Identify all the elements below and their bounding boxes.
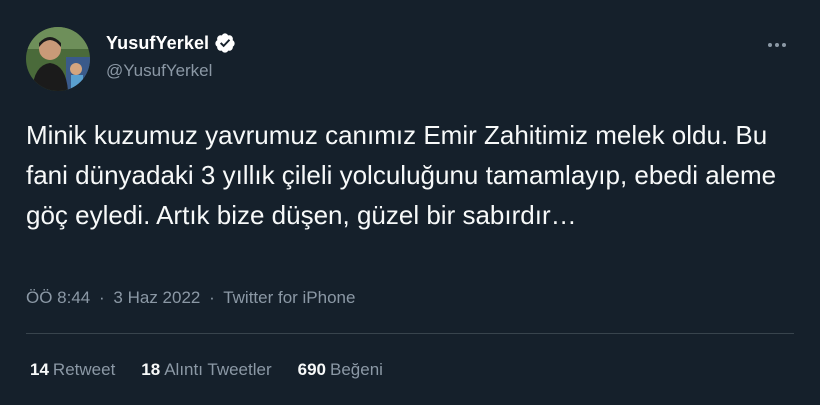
quote-tweets-count: 18 bbox=[141, 360, 161, 379]
author-handle[interactable]: @YusufYerkel bbox=[106, 61, 236, 81]
retweets-count: 14 bbox=[30, 360, 49, 379]
tweet-text: Minik kuzumuz yavrumuz canımız Emir Zahi… bbox=[26, 120, 777, 230]
meta-separator: · bbox=[99, 288, 105, 307]
meta-separator: · bbox=[209, 288, 215, 307]
retweets-stat[interactable]: 14 Retweet bbox=[30, 360, 115, 380]
tweet-header: YusufYerkel @YusufYerkel bbox=[106, 31, 236, 81]
tweet-stats: 14 Retweet 18 Alıntı Tweetler 690 Beğeni bbox=[30, 360, 409, 380]
tweet-time[interactable]: ÖÖ 8:44 bbox=[26, 288, 90, 307]
more-options-button[interactable] bbox=[760, 34, 794, 54]
likes-stat[interactable]: 690 Beğeni bbox=[298, 360, 383, 380]
tweet-card: YusufYerkel @YusufYerkel Minik kuzumuz y… bbox=[0, 0, 820, 405]
retweets-label: Retweet bbox=[52, 360, 116, 379]
avatar[interactable] bbox=[26, 27, 90, 91]
author-row: YusufYerkel bbox=[106, 31, 236, 55]
tweet-meta: ÖÖ 8:44 · 3 Haz 2022 · Twitter for iPhon… bbox=[26, 288, 355, 308]
tweet-date[interactable]: 3 Haz 2022 bbox=[113, 288, 200, 307]
profile-photo bbox=[26, 27, 90, 91]
more-horizontal-icon bbox=[767, 35, 787, 53]
likes-label: Beğeni bbox=[330, 360, 383, 379]
quote-tweets-label: Alıntı Tweetler bbox=[164, 360, 272, 379]
tweet-source: Twitter for iPhone bbox=[223, 288, 356, 307]
likes-count: 690 bbox=[297, 360, 326, 379]
display-name[interactable]: YusufYerkel bbox=[106, 33, 209, 54]
quote-tweets-stat[interactable]: 18 Alıntı Tweetler bbox=[141, 360, 271, 380]
divider bbox=[26, 333, 794, 334]
verified-badge-icon bbox=[214, 32, 236, 54]
